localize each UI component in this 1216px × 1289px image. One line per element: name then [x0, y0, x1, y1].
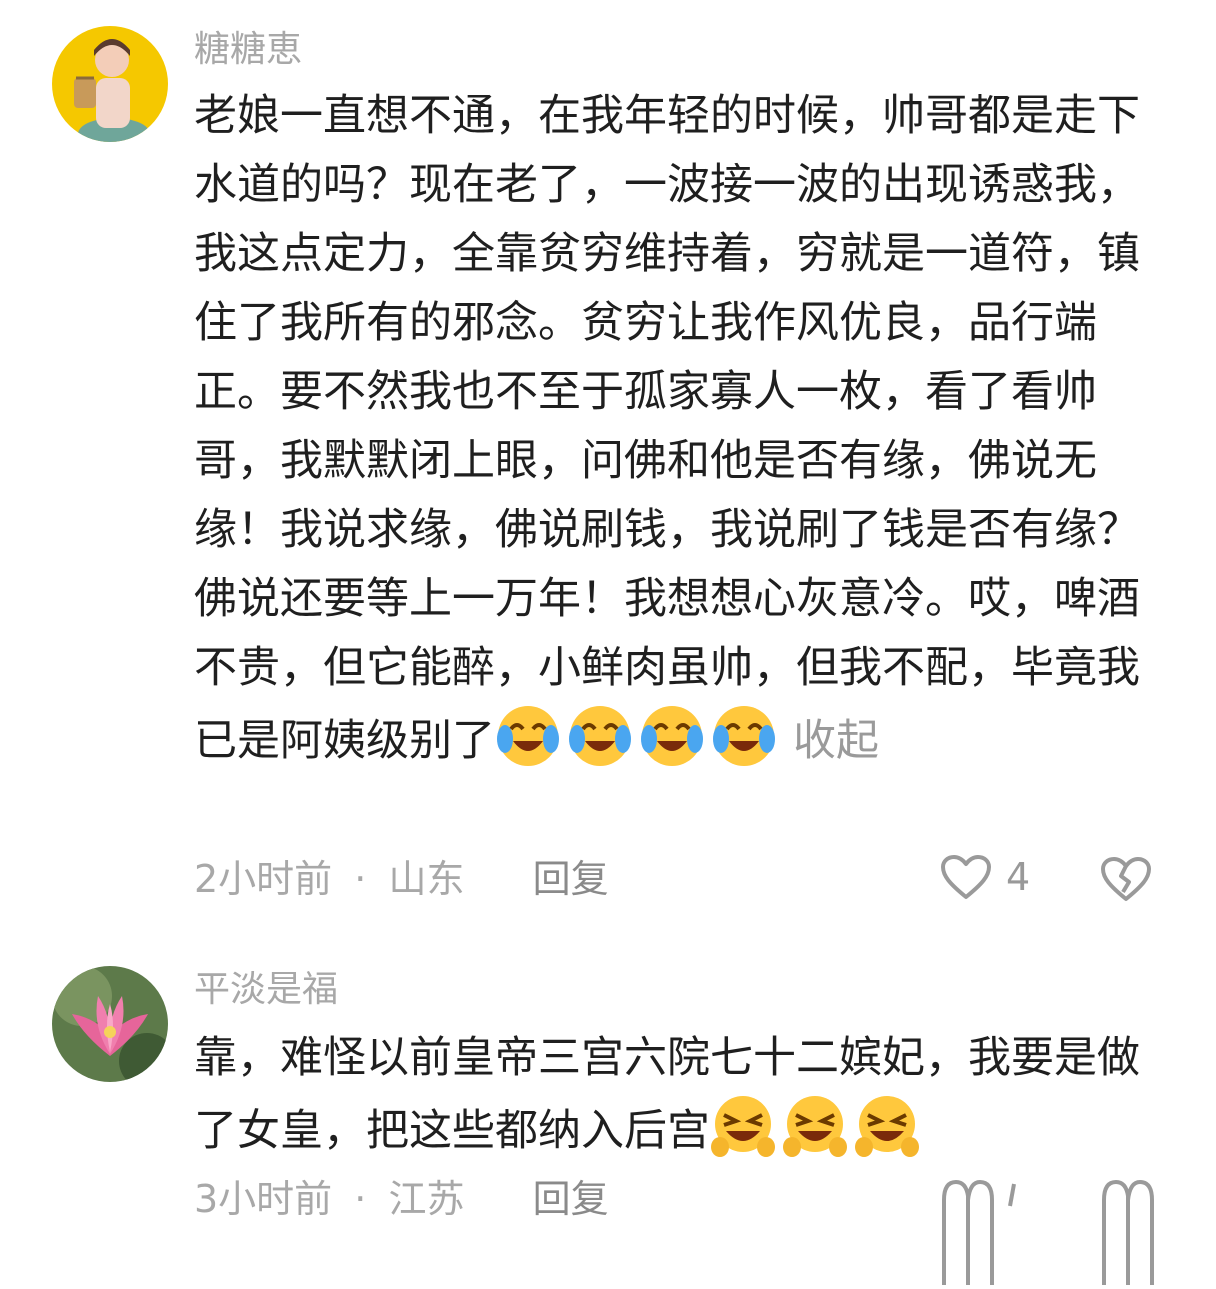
timestamp: 2小时前 — [194, 857, 333, 901]
crying-laughing-emoji-icon — [497, 706, 559, 766]
comment-body: 靠，难怪以前皇帝三宫六院七十二嫔妃，我要是做了女皇，把这些都纳入后宫 — [194, 1024, 1164, 1166]
comment-text: 靠，难怪以前皇帝三宫六院七十二嫔妃，我要是做了女皇，把这些都纳入后宫 — [194, 1033, 1140, 1156]
avatar[interactable] — [52, 26, 168, 142]
like-button[interactable] — [940, 1176, 1020, 1289]
avatar[interactable] — [52, 966, 168, 1082]
comment-meta: 2小时前 · 山东 回复 — [194, 856, 609, 902]
squinting-laughing-emoji-icon — [855, 1096, 919, 1157]
squinting-laughing-emoji-icon — [783, 1096, 847, 1157]
collapse-link[interactable]: 收起 — [793, 716, 879, 766]
emoji-group — [710, 1096, 926, 1157]
location: 山东 — [388, 857, 465, 901]
meta-separator: · — [354, 1177, 367, 1221]
meta-separator: · — [354, 857, 367, 901]
broken-heart-icon — [1101, 857, 1151, 901]
crying-laughing-emoji-icon — [641, 706, 703, 766]
dislike-button[interactable] — [1100, 856, 1152, 906]
location: 江苏 — [388, 1177, 465, 1221]
timestamp: 3小时前 — [194, 1177, 333, 1221]
crying-laughing-emoji-icon — [713, 706, 775, 766]
like-count: 4 — [1006, 855, 1031, 899]
username[interactable]: 糖糖恵 — [194, 28, 302, 72]
broken-heart-icon — [1102, 1179, 1154, 1285]
comment-body: 老娘一直想不通，在我年轻的时候，帅哥都是走下水道的吗？现在老了，一波接一波的出现… — [194, 82, 1164, 776]
username[interactable]: 平淡是福 — [194, 968, 338, 1012]
squinting-laughing-emoji-icon — [711, 1096, 775, 1157]
crying-laughing-emoji-icon — [569, 706, 631, 766]
reply-button[interactable]: 回复 — [533, 857, 609, 901]
dislike-button[interactable] — [1100, 1176, 1156, 1289]
comment-meta: 3小时前 · 江苏 回复 — [194, 1176, 609, 1222]
like-button[interactable]: 4 — [940, 854, 1030, 900]
heart-outline-icon — [942, 1179, 1016, 1285]
comment-text: 老娘一直想不通，在我年轻的时候，帅哥都是走下水道的吗？现在老了，一波接一波的出现… — [194, 91, 1140, 766]
emoji-group — [495, 706, 783, 766]
heart-outline-icon — [941, 855, 991, 899]
reply-button[interactable]: 回复 — [533, 1177, 609, 1221]
